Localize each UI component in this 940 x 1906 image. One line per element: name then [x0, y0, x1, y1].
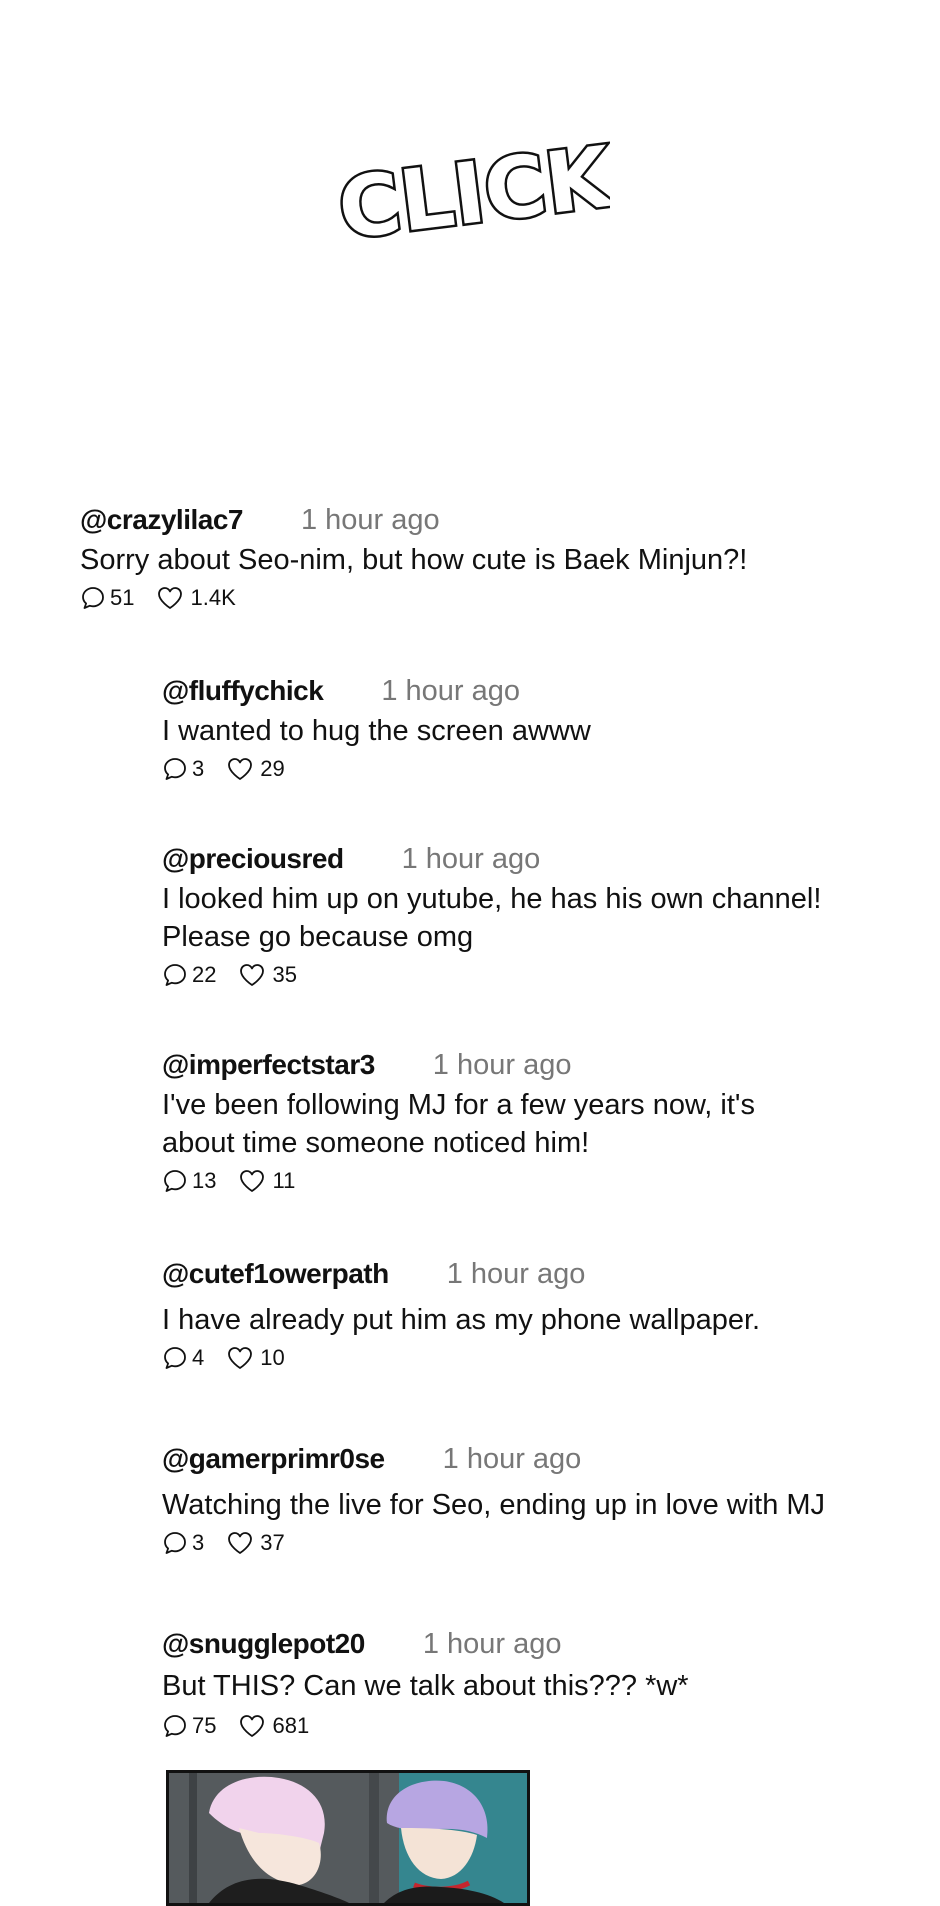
sfx-text: CLICK — [340, 140, 610, 250]
like-button[interactable]: 1.4K — [156, 585, 236, 611]
comment-stats: 51 1.4K — [80, 585, 747, 611]
like-count: 11 — [272, 1168, 296, 1193]
comment-text-line: But THIS? Can we talk about this??? *w* — [162, 1670, 689, 1702]
comment-handle[interactable]: @preciousred — [162, 843, 344, 875]
comment-text: But THIS? Can we talk about this??? *w* — [162, 1667, 689, 1705]
reply-button[interactable]: 13 — [162, 1168, 216, 1194]
comment-stats: 4 10 — [162, 1345, 760, 1371]
like-button[interactable]: 29 — [226, 756, 285, 782]
reply-item: @cutef1owerpath 1 hour ago I have alread… — [162, 1258, 760, 1371]
comment-handle[interactable]: @snugglepot20 — [162, 1628, 365, 1660]
speech-bubble-icon — [164, 1715, 186, 1737]
like-button[interactable]: 35 — [238, 962, 297, 988]
reply-count: 4 — [192, 1345, 205, 1370]
comment-handle[interactable]: @crazylilac7 — [80, 504, 243, 536]
comment-meta: @cutef1owerpath 1 hour ago — [162, 1258, 760, 1291]
comment-text: I wanted to hug the screen awww — [162, 712, 591, 750]
comment-text-line: I have already put him as my phone wallp… — [162, 1304, 761, 1336]
comment-meta: @snugglepot20 1 hour ago — [162, 1628, 689, 1661]
reply-button[interactable]: 3 — [162, 756, 204, 782]
reply-count: 75 — [192, 1713, 217, 1738]
like-count: 681 — [272, 1713, 310, 1738]
like-count: 29 — [260, 756, 285, 781]
reply-count: 3 — [192, 756, 205, 781]
reply-item: @imperfectstar3 1 hour ago I've been fol… — [162, 1049, 755, 1194]
speech-bubble-icon — [82, 587, 104, 609]
reply-item: @gamerprimr0se 1 hour ago Watching the l… — [162, 1443, 825, 1556]
reply-item: @fluffychick 1 hour ago I wanted to hug … — [162, 675, 591, 782]
click-sound-effect: CLICK — [340, 140, 610, 250]
heart-icon — [228, 1532, 253, 1554]
speech-bubble-icon — [164, 758, 186, 780]
comment-stats: 13 11 — [162, 1168, 755, 1194]
comment-handle[interactable]: @fluffychick — [162, 675, 324, 707]
comment-item: @crazylilac7 1 hour ago Sorry about Seo-… — [80, 504, 747, 611]
comment-time: 1 hour ago — [401, 843, 541, 875]
comment-meta: @gamerprimr0se 1 hour ago — [162, 1443, 825, 1476]
reply-item: @snugglepot20 1 hour ago But THIS? Can w… — [162, 1628, 689, 1739]
comment-time: 1 hour ago — [446, 1258, 586, 1290]
comment-text-line: I looked him up on yutube, he has his ow… — [162, 883, 822, 915]
comment-time: 1 hour ago — [432, 1049, 572, 1081]
reply-button[interactable]: 22 — [162, 962, 216, 988]
comment-text-line: Watching the live for Seo, ending up in … — [162, 1489, 826, 1521]
comment-meta: @fluffychick 1 hour ago — [162, 675, 591, 708]
heart-icon — [228, 1347, 253, 1369]
heart-icon — [240, 964, 265, 986]
speech-bubble-icon — [164, 1170, 186, 1192]
comment-text: I've been following MJ for a few years n… — [162, 1086, 755, 1162]
speech-bubble-icon — [164, 1347, 186, 1369]
comment-text-line: about time someone noticed him! — [162, 1127, 590, 1159]
like-button[interactable]: 37 — [226, 1530, 285, 1556]
comment-meta: @preciousred 1 hour ago — [162, 843, 821, 876]
comment-text: Watching the live for Seo, ending up in … — [162, 1486, 825, 1524]
reply-button[interactable]: 3 — [162, 1530, 204, 1556]
comment-stats: 22 35 — [162, 962, 821, 988]
like-count: 1.4K — [190, 585, 236, 610]
reply-count: 3 — [192, 1530, 205, 1555]
like-button[interactable]: 11 — [238, 1168, 295, 1194]
comment-text-line: I wanted to hug the screen awww — [162, 715, 591, 747]
comment-text-line: Please go because omg — [162, 921, 474, 953]
illustration-thumbnail — [169, 1773, 527, 1903]
comment-meta: @crazylilac7 1 hour ago — [80, 504, 747, 537]
speech-bubble-icon — [164, 1532, 186, 1554]
like-count: 37 — [260, 1530, 285, 1555]
comment-time: 1 hour ago — [422, 1628, 562, 1660]
reply-button[interactable]: 51 — [80, 585, 134, 611]
reply-count: 13 — [192, 1168, 217, 1193]
comment-time: 1 hour ago — [381, 675, 521, 707]
reply-count: 22 — [192, 962, 217, 987]
like-count: 35 — [272, 962, 297, 987]
like-button[interactable]: 10 — [226, 1345, 285, 1371]
reply-count: 51 — [110, 585, 135, 610]
comment-stats: 3 37 — [162, 1530, 825, 1556]
comment-stats: 3 29 — [162, 756, 591, 782]
heart-icon — [158, 587, 183, 609]
heart-icon — [228, 758, 253, 780]
comment-text: Sorry about Seo-nim, but how cute is Bae… — [80, 541, 747, 579]
heart-icon — [240, 1715, 265, 1737]
comment-text: I have already put him as my phone wallp… — [162, 1301, 760, 1339]
reply-button[interactable]: 4 — [162, 1345, 204, 1371]
comment-handle[interactable]: @cutef1owerpath — [162, 1258, 389, 1290]
comment-time: 1 hour ago — [300, 504, 440, 536]
attached-image[interactable] — [166, 1770, 530, 1906]
comment-meta: @imperfectstar3 1 hour ago — [162, 1049, 755, 1082]
comment-text: I looked him up on yutube, he has his ow… — [162, 880, 821, 956]
comment-handle[interactable]: @gamerprimr0se — [162, 1443, 385, 1475]
reply-button[interactable]: 75 — [162, 1713, 216, 1739]
comment-text-line: I've been following MJ for a few years n… — [162, 1089, 755, 1121]
heart-icon — [240, 1170, 265, 1192]
comment-handle[interactable]: @imperfectstar3 — [162, 1049, 375, 1081]
like-button[interactable]: 681 — [238, 1713, 309, 1739]
comment-time: 1 hour ago — [442, 1443, 582, 1475]
speech-bubble-icon — [164, 964, 186, 986]
comment-stats: 75 681 — [162, 1713, 689, 1739]
reply-item: @preciousred 1 hour ago I looked him up … — [162, 843, 821, 988]
like-count: 10 — [260, 1345, 285, 1370]
comment-text-line: Sorry about Seo-nim, but how cute is Bae… — [80, 544, 748, 576]
